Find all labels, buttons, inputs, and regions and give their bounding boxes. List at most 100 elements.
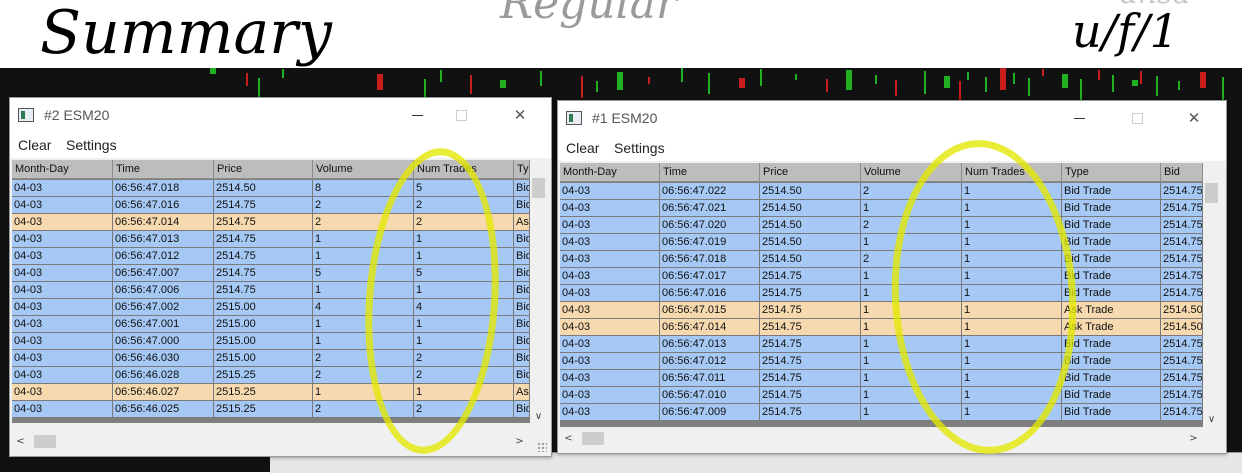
table-row[interactable]: 04-03 06:56:47.018 2514.50 2 1 Bid Trade 2514.…	[560, 251, 1203, 268]
column-header[interactable]: Num Trades	[962, 163, 1062, 182]
table-cell: 06:56:47.010	[660, 387, 760, 404]
column-header[interactable]: Volume	[861, 163, 962, 182]
table-row[interactable]: 04-0306:56:47.0002515.0011Bid	[12, 333, 530, 350]
column-header[interactable]: Price	[760, 163, 861, 182]
table-row[interactable]: 04-03 06:56:47.022 2514.50 2 1 Bid Trade 2514.…	[560, 183, 1203, 200]
column-header[interactable]: Price	[214, 160, 313, 179]
table-cell: 2515.00	[214, 350, 313, 367]
column-header[interactable]: Month-Day	[12, 160, 113, 179]
horizontal-scrollbar-thumb[interactable]	[34, 435, 56, 448]
horizontal-scrollbar[interactable]: < >	[12, 433, 528, 453]
table-cell: 1	[313, 248, 414, 265]
column-header[interactable]: Time	[660, 163, 760, 182]
table-row[interactable]: 04-0306:56:47.0132514.7511Bid	[12, 231, 530, 248]
table-row[interactable]: 04-03 06:56:47.012 2514.75 1 1 Bid Trade 2514.…	[560, 353, 1203, 370]
table-cell: 2514.75	[760, 319, 861, 336]
column-header[interactable]: Ty	[514, 160, 530, 179]
close-icon[interactable]: ✕	[506, 102, 534, 128]
table-row[interactable]: 04-0306:56:46.0272515.2511Ask	[12, 384, 530, 401]
table-row[interactable]: 04-0306:56:47.0142514.7522Ask	[12, 214, 530, 231]
vertical-scrollbar-thumb[interactable]	[532, 178, 545, 198]
time-and-sales-window-1[interactable]: #1 ESM20 ✕ Clear Settings Month-Day Time P…	[557, 100, 1227, 454]
table-cell: Bid Trade	[1062, 268, 1161, 285]
table-cell: 1	[313, 231, 414, 248]
scroll-down-icon[interactable]: ∨	[530, 411, 547, 422]
maximize-icon[interactable]	[447, 102, 475, 128]
table-row[interactable]: 04-0306:56:47.0062514.7511Bid	[12, 282, 530, 299]
table-cell: 5	[414, 265, 514, 282]
menu-clear[interactable]: Clear	[18, 137, 51, 153]
table-cell: 1	[313, 282, 414, 299]
table-row[interactable]: 04-0306:56:47.0022515.0044Bid	[12, 299, 530, 316]
column-header[interactable]: Month-Day	[560, 163, 660, 182]
table-row[interactable]: 04-03 06:56:47.011 2514.75 1 1 Bid Trade 2514.…	[560, 370, 1203, 387]
table-row[interactable]: 04-03 06:56:47.021 2514.50 1 1 Bid Trade 2514.…	[560, 200, 1203, 217]
horizontal-scrollbar[interactable]: < >	[560, 430, 1202, 450]
table-row[interactable]: 04-03 06:56:47.013 2514.75 1 1 Bid Trade 2514.…	[560, 336, 1203, 353]
table-cell: 2514.75	[760, 404, 861, 421]
table-cell: 1	[414, 231, 514, 248]
table-row[interactable]: 04-03 06:56:47.020 2514.50 2 1 Bid Trade 2514.…	[560, 217, 1203, 234]
minimize-icon[interactable]	[404, 102, 432, 128]
down-candle	[246, 73, 248, 86]
menu-settings[interactable]: Settings	[614, 140, 665, 156]
column-header[interactable]: Bid	[1161, 163, 1203, 182]
column-header[interactable]: Volume	[313, 160, 414, 179]
minimize-icon[interactable]	[1066, 105, 1094, 131]
table-row[interactable]: 04-03 06:56:47.015 2514.75 1 1 Ask Trade 2514.…	[560, 302, 1203, 319]
menu-clear[interactable]: Clear	[566, 140, 599, 156]
scroll-left-icon[interactable]: <	[560, 433, 577, 444]
resize-grip-icon[interactable]	[537, 442, 547, 452]
window-titlebar[interactable]: #2 ESM20 ✕	[10, 98, 551, 134]
table-row[interactable]: 04-0306:56:46.0282515.2522Bid	[12, 367, 530, 384]
table-cell: 06:56:47.016	[113, 197, 214, 214]
scroll-right-icon[interactable]: >	[1185, 433, 1202, 444]
table-row[interactable]: 04-03 06:56:47.016 2514.75 1 1 Bid Trade 2514.…	[560, 285, 1203, 302]
window-titlebar[interactable]: #1 ESM20 ✕	[558, 101, 1226, 137]
table-cell: Ask	[514, 384, 530, 401]
table-cell: 04-03	[12, 265, 113, 282]
vertical-scrollbar[interactable]: ∨	[530, 160, 549, 424]
column-header[interactable]: Time	[113, 160, 214, 179]
scroll-down-icon[interactable]: ∨	[1203, 414, 1220, 425]
table-row[interactable]: 04-03 06:56:47.009 2514.75 1 1 Bid Trade 2514.…	[560, 404, 1203, 421]
table-row[interactable]: 04-0306:56:47.0162514.7522Bid	[12, 197, 530, 214]
table-row[interactable]: 04-03 06:56:47.014 2514.75 1 1 Ask Trade 2514.…	[560, 319, 1203, 336]
scroll-right-icon[interactable]: >	[511, 436, 528, 447]
table-cell: 2	[414, 350, 514, 367]
horizontal-scrollbar-thumb[interactable]	[582, 432, 604, 445]
table-cell: 06:56:47.009	[660, 404, 760, 421]
scroll-left-icon[interactable]: <	[12, 436, 29, 447]
table-row[interactable]: 04-0306:56:46.0302515.0022Bid	[12, 350, 530, 367]
table-cell: Bid	[514, 316, 530, 333]
table-cell: 2514.75	[214, 231, 313, 248]
table-row[interactable]: 04-0306:56:47.0012515.0011Bid	[12, 316, 530, 333]
table-cell: 2	[414, 367, 514, 384]
table-row[interactable]: 04-0306:56:47.0122514.7511Bid	[12, 248, 530, 265]
column-header[interactable]: Num Trades	[414, 160, 514, 179]
table-cell: Ask Trade	[1062, 302, 1161, 319]
vertical-scrollbar[interactable]: ∨	[1203, 163, 1222, 427]
table-header: Month-Day Time Price Volume Num Trades Type Bi…	[560, 163, 1203, 182]
table-cell: 1	[313, 316, 414, 333]
menu-settings[interactable]: Settings	[66, 137, 117, 153]
time-and-sales-window-2[interactable]: #2 ESM20 ✕ Clear Settings Month-Day Time P…	[9, 97, 552, 457]
table-row[interactable]: 04-0306:56:47.0182514.5085Bid	[12, 180, 530, 197]
table-cell: 04-03	[12, 197, 113, 214]
table-cell: 2	[313, 197, 414, 214]
column-header[interactable]: Type	[1062, 163, 1161, 182]
table-row[interactable]: 04-0306:56:46.0252515.2522Bid	[12, 401, 530, 418]
vertical-scrollbar-thumb[interactable]	[1205, 183, 1218, 203]
table-cell: 04-03	[560, 183, 660, 200]
table-row[interactable]: 04-03 06:56:47.010 2514.75 1 1 Bid Trade 2514.…	[560, 387, 1203, 404]
table-cell: Bid Trade	[1062, 336, 1161, 353]
table-row[interactable]: 04-03 06:56:47.019 2514.50 1 1 Bid Trade 2514.…	[560, 234, 1203, 251]
table-row[interactable]: 04-03 06:56:47.017 2514.75 1 1 Bid Trade 2514.…	[560, 268, 1203, 285]
table-cell: 2514.75	[1161, 251, 1203, 268]
maximize-icon[interactable]	[1123, 105, 1151, 131]
table-cell: 2514.75	[1161, 370, 1203, 387]
table-cell: 2	[861, 183, 962, 200]
table-cell: Bid	[514, 265, 530, 282]
close-icon[interactable]: ✕	[1180, 105, 1208, 131]
table-row[interactable]: 04-0306:56:47.0072514.7555Bid	[12, 265, 530, 282]
